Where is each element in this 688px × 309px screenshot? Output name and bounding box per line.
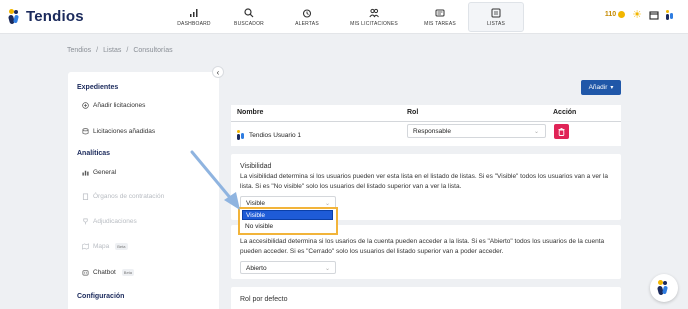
sidebar-section-title: Configuración — [77, 293, 125, 300]
breadcrumb-current: Consultorías — [133, 47, 173, 54]
coin-icon — [618, 11, 626, 18]
tendios-logo-icon — [7, 8, 22, 25]
sidebar-item-label: Añadir licitaciones — [93, 102, 146, 109]
sidebar-item-label: General — [93, 169, 117, 176]
nav-label: DASHBOARD — [177, 20, 211, 27]
chevron-down-icon: ⌄ — [324, 201, 330, 207]
top-right-tools: 110 ☀ — [605, 8, 674, 21]
add-button[interactable]: Añadir ▾ — [581, 80, 621, 95]
dropdown-option-visible[interactable]: Visible — [242, 210, 333, 220]
app-logo[interactable]: Tendios — [7, 8, 84, 25]
chart-icon — [82, 170, 89, 176]
nav-label: MIS TAREAS — [424, 20, 456, 27]
visibility-dropdown-list: Visible No visible — [238, 207, 338, 235]
breadcrumb-separator: / — [126, 47, 129, 54]
card-icon — [435, 9, 445, 16]
sidebar-item-adjudicaciones[interactable]: Adjudicaciones — [82, 218, 137, 225]
accessibility-description: La accesibilidad determina si los usario… — [240, 238, 605, 255]
search-icon — [244, 7, 254, 17]
sidebar-item-mapa[interactable]: Mapa Beta — [82, 243, 128, 250]
tendios-logo-icon — [656, 280, 671, 296]
nav-label: BUSCADOR — [234, 20, 264, 27]
nav-label: LISTAS — [486, 20, 506, 27]
breadcrumb-separator: / — [96, 47, 99, 54]
dropdown-option-no-visible[interactable]: No visible — [242, 222, 333, 232]
main-nav: DASHBOARD BUSCADOR ALERTAS MIS LICITACIO… — [168, 0, 524, 34]
bar-chart-icon — [190, 8, 198, 17]
column-header: Nombre — [237, 109, 264, 116]
sidebar-section-title: Analíticas — [77, 150, 111, 157]
sidebar-item-label: Mapa — [93, 243, 110, 250]
nav-listas[interactable]: LISTAS — [468, 2, 524, 32]
breadcrumb: Tendios / Listas / Consultorías — [67, 47, 173, 54]
nav-alertas[interactable]: ALERTAS — [278, 0, 336, 34]
sidebar-section-title: Expedientes — [77, 84, 119, 91]
nav-mis-licitaciones[interactable]: MIS LICITACIONES — [336, 0, 412, 34]
beta-badge: Beta — [121, 269, 135, 276]
sidebar-item-organos-de-contratacion[interactable]: Órganos de contratación — [82, 193, 164, 200]
nav-dashboard[interactable]: DASHBOARD — [168, 0, 220, 34]
sidebar-item-chatbot[interactable]: Chatbot Beta — [82, 269, 135, 276]
map-icon — [82, 243, 89, 250]
avatar-logo[interactable] — [666, 9, 674, 20]
help-chat-button[interactable] — [650, 274, 678, 302]
calendar-icon[interactable] — [649, 10, 659, 20]
sidebar-item-label: Adjudicaciones — [93, 218, 137, 225]
beta-badge: Beta — [115, 243, 128, 250]
building-icon — [82, 193, 89, 200]
sidebar-item-label: Chatbot — [93, 269, 116, 276]
sun-icon[interactable]: ☀ — [632, 8, 642, 21]
sidebar-collapse-button[interactable]: ‹ — [212, 66, 224, 78]
sidebar-item-anadir-licitaciones[interactable]: Añadir licitaciones — [82, 102, 145, 109]
column-header: Acción — [553, 109, 577, 116]
app-name: Tendios — [26, 8, 84, 25]
breadcrumb-item[interactable]: Tendios — [67, 47, 91, 54]
chevron-down-icon: ⌄ — [533, 129, 539, 135]
divider — [231, 121, 621, 122]
role-select[interactable]: Responsable ⌄ — [407, 124, 546, 138]
visibility-description: La visibilidad determina si los usuarios… — [240, 173, 608, 190]
sidebar-item-general[interactable]: General — [82, 169, 116, 176]
annotation-arrow-icon — [190, 150, 240, 210]
credits-counter[interactable]: 110 — [605, 11, 626, 18]
sidebar-item-licitaciones-anadidas[interactable]: Licitaciones añadidas — [82, 128, 155, 135]
table-row: Tendios Usuario 1 — [237, 130, 301, 140]
trophy-icon — [83, 218, 88, 225]
nav-label: ALERTAS — [295, 20, 319, 27]
chevron-down-icon: ▾ — [610, 85, 614, 91]
sidebar-item-label: Órganos de contratación — [93, 193, 165, 200]
delete-user-button[interactable] — [554, 124, 569, 139]
plus-circle-icon — [82, 102, 89, 109]
nav-label: MIS LICITACIONES — [350, 20, 398, 27]
default-role-title: Rol por defecto — [240, 296, 288, 303]
people-icon — [369, 8, 379, 17]
users-table: Nombre Rol Acción Tendios Usuario 1 Resp… — [231, 105, 621, 146]
robot-icon — [82, 270, 89, 276]
chevron-down-icon: ⌄ — [324, 266, 330, 272]
chevron-left-icon: ‹ — [216, 67, 220, 77]
top-bar: Tendios DASHBOARD BUSCADOR ALERTAS MIS L… — [0, 0, 688, 34]
column-header: Rol — [407, 109, 419, 116]
user-avatar — [237, 130, 245, 140]
breadcrumb-item[interactable]: Listas — [103, 47, 121, 54]
list-icon — [491, 8, 501, 17]
default-role-card: Rol por defecto — [231, 287, 621, 309]
alarm-clock-icon — [302, 8, 312, 18]
user-name: Tendios Usuario 1 — [249, 131, 302, 139]
visibility-title: Visibilidad — [240, 163, 272, 170]
nav-mis-tareas[interactable]: MIS TAREAS — [412, 0, 468, 34]
database-icon — [82, 128, 89, 135]
nav-buscador[interactable]: BUSCADOR — [220, 0, 278, 34]
accessibility-select[interactable]: Abierto ⌄ — [240, 261, 336, 274]
sidebar-item-label: Licitaciones añadidas — [93, 128, 156, 135]
trash-icon — [558, 127, 565, 136]
